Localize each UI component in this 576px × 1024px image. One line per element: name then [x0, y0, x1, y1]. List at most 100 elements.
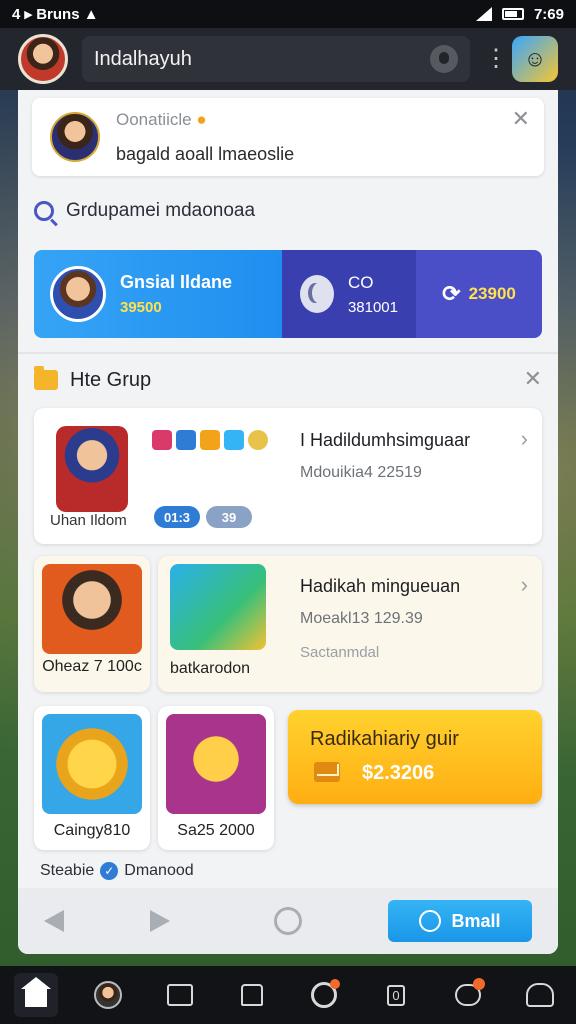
status-bar: 4 ▸ Bruns ▲ 7:69	[0, 0, 576, 28]
badge-icon	[248, 430, 268, 450]
folder-icon	[34, 366, 58, 390]
slot-machine-art	[170, 564, 266, 650]
badge-icon	[224, 430, 244, 450]
group-card-main[interactable]: Uhan Ildom 01:3 39 I Hadildumhsimguaar M…	[34, 408, 542, 544]
group-search-row[interactable]: Grdupamei mdaonoaa	[18, 186, 558, 236]
banner-middle[interactable]: CO 381001	[282, 250, 416, 338]
banner-player[interactable]: Gnsial Ildane 39500	[34, 250, 282, 338]
refresh-icon: ⟳	[442, 281, 461, 306]
nav-home[interactable]	[14, 973, 58, 1017]
status-left: 4 ▸ Bruns ▲	[12, 6, 99, 23]
nav-friends[interactable]	[518, 973, 562, 1017]
footer-note: Steabie ✓ Dmanood	[40, 862, 194, 880]
app-bar-title: Indalhayuh	[94, 47, 192, 70]
section-header: Hte Grup ✕	[34, 360, 542, 400]
badge-row	[152, 430, 268, 450]
tile-a[interactable]: Oheaz 7 100c	[34, 556, 150, 692]
nav-settings[interactable]	[302, 973, 346, 1017]
notice-title: Oonatiicle ●	[116, 110, 207, 129]
nav-chat[interactable]	[446, 973, 490, 1017]
reload-icon[interactable]	[274, 907, 302, 935]
signal-icon	[475, 7, 492, 21]
chevron-right-icon[interactable]: ›	[521, 426, 528, 452]
status-time: 7:69	[533, 5, 564, 23]
clock-icon	[419, 910, 442, 932]
nav-cards[interactable]	[158, 973, 202, 1017]
badge-icon	[152, 430, 172, 450]
footer-note-right: Dmanood	[124, 862, 194, 879]
notice-avatar	[50, 112, 100, 162]
portrait-label: Uhan Ildom	[50, 512, 127, 529]
notice-close-icon[interactable]: ✕	[512, 108, 530, 130]
bottom-navigation: 0	[0, 966, 576, 1024]
profile-avatar[interactable]	[18, 34, 68, 84]
battery-icon	[501, 8, 524, 20]
banner-mid-line2: 381001	[347, 298, 398, 316]
app-launcher-icon[interactable]: ☺	[512, 36, 558, 82]
section-close-icon[interactable]: ✕	[524, 368, 542, 390]
nav-profile[interactable]	[86, 973, 130, 1017]
moon-icon	[300, 275, 334, 313]
wide-subtitle-2: Sactanmdal	[300, 644, 380, 661]
tile-d[interactable]: Sa25 2000	[158, 706, 274, 850]
primary-action-button[interactable]: Bmall	[388, 900, 532, 942]
promo-amount: $2.3206	[362, 762, 435, 784]
tile-a-label: Oheaz 7 100c	[42, 658, 142, 675]
check-icon: ✓	[100, 862, 119, 880]
banner-avatar	[50, 266, 106, 322]
app-search-field[interactable]: Indalhayuh	[82, 36, 470, 82]
badge-icon	[176, 430, 196, 450]
group-search-text: Grdupamei mdaonoaa	[66, 200, 256, 221]
badge-icon	[200, 430, 220, 450]
nav-counter[interactable]: 0	[374, 973, 418, 1017]
profile-icon	[94, 981, 122, 1009]
next-arrow-icon[interactable]	[150, 910, 170, 932]
smile-emoji-icon: ●	[196, 110, 207, 129]
chat-icon	[455, 978, 485, 1006]
notice-card[interactable]: Oonatiicle ● bagald aoall lmaeoslie ✕	[32, 98, 544, 176]
chevron-right-icon[interactable]: ›	[521, 572, 528, 598]
banner-mid-line1: CO	[347, 272, 374, 292]
slots-art	[166, 714, 266, 814]
wide-title: Hadikah mingueuan	[300, 576, 461, 596]
search-icon	[34, 201, 54, 221]
banner-player-score: 39500	[120, 299, 162, 316]
banner-right-value: 23900	[468, 284, 516, 303]
prev-arrow-icon[interactable]	[44, 910, 64, 932]
tile-c-label: Caingy810	[53, 822, 131, 839]
tile-c[interactable]: Caingy810	[34, 706, 150, 850]
home-icon	[21, 977, 51, 1007]
app-bar: Indalhayuh ⋮ ☺	[0, 28, 576, 90]
player-banner[interactable]: Gnsial Ildane 39500 CO 381001 ⟳ 23900	[34, 250, 542, 338]
card-title: I Hadildumhsimguaar	[300, 430, 471, 450]
banner-right[interactable]: ⟳ 23900	[416, 250, 542, 338]
cards-icon	[167, 984, 193, 1006]
wide-subtitle: Moeakl13 129.39	[300, 610, 423, 627]
sheet-nav: Bmall	[18, 888, 558, 954]
notice-text: bagald aoall lmaeoslie	[116, 144, 295, 164]
card-subtitle: Mdouikia4 22519	[300, 464, 422, 481]
wide-card[interactable]: batkarodon Hadikah mingueuan Moeakl13 12…	[158, 556, 542, 692]
footer-note-left: Steabie	[40, 862, 95, 879]
member-portrait	[56, 426, 128, 512]
pill-a: 01:3	[154, 506, 200, 528]
kebab-menu-icon[interactable]: ⋮	[484, 47, 508, 71]
coin-art	[42, 714, 142, 814]
mic-icon[interactable]	[430, 45, 458, 73]
pill-b: 39	[206, 506, 252, 528]
friends-icon	[526, 983, 554, 1007]
banner-player-name: Gnsial Ildane	[120, 272, 233, 292]
group-sheet: Oonatiicle ● bagald aoall lmaeoslie ✕ Gr…	[18, 90, 558, 954]
tile-a-art	[42, 564, 142, 654]
envelope-icon	[314, 762, 340, 782]
tile-d-label: Sa25 2000	[177, 822, 255, 839]
section-title: Hte Grup	[70, 368, 152, 391]
wide-art-label: batkarodon	[170, 660, 251, 677]
promo-title: Radikahiariy guir	[310, 728, 459, 750]
house-icon	[241, 984, 263, 1006]
primary-action-label: Bmall	[451, 910, 501, 931]
counter-icon: 0	[387, 984, 405, 1006]
nav-house[interactable]	[230, 973, 274, 1017]
status-right: 7:69	[475, 5, 564, 23]
promo-card[interactable]: Radikahiariy guir $2.3206	[288, 710, 542, 804]
